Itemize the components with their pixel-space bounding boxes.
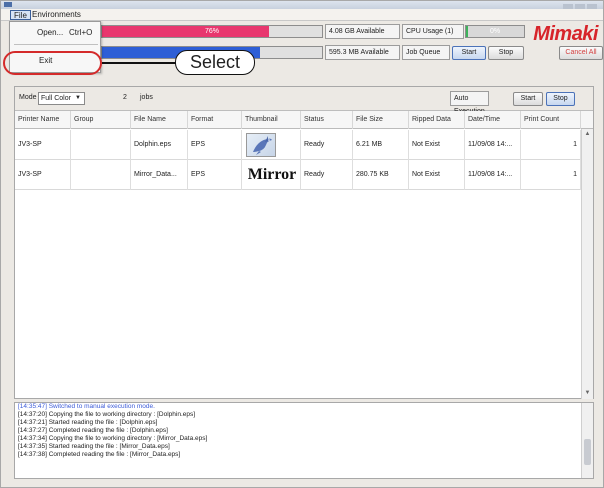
brand-logo: Mimaki — [498, 23, 598, 45]
select-callout: Select — [175, 50, 255, 75]
disk-available: 4.08 GB Available — [325, 24, 400, 39]
job-list-toolbar: Mode Full Color ▼ 2 jobs Auto Execution … — [15, 87, 593, 115]
log-area[interactable]: [14:35:47] Switched to manual execution … — [14, 402, 594, 479]
column-header-group[interactable]: Group — [71, 111, 131, 129]
table-row[interactable]: JV3-SP Dolphin.eps EPS Ready 6.21 MB Not… — [15, 130, 581, 160]
cell-group — [71, 130, 131, 160]
exit-highlight-oval — [3, 51, 102, 75]
cell-group — [71, 160, 131, 190]
cell-datetime: 11/09/08 14:... — [465, 160, 521, 190]
menu-item-open-shortcut: Ctrl+O — [69, 28, 93, 37]
cell-file-size: 280.75 KB — [353, 160, 409, 190]
log-line: [14:37:35] Started reading the file : [M… — [18, 443, 170, 450]
auto-execution-start-button[interactable]: Start — [513, 92, 543, 106]
column-header-file-name[interactable]: File Name — [131, 111, 188, 129]
app-icon — [4, 2, 12, 7]
memory-usage-bar: 76% — [101, 25, 323, 38]
cell-print-count: 1 — [521, 160, 581, 190]
log-line: [14:37:34] Copying the file to working d… — [18, 435, 208, 442]
column-header-print-count[interactable]: Print Count — [521, 111, 581, 129]
app-window: File Environments 76% 4.08 GB Available … — [0, 0, 604, 488]
cell-thumbnail: Mirror — [242, 160, 301, 190]
cell-datetime: 11/09/08 14:... — [465, 130, 521, 160]
job-table-header: Printer Name Group File Name Format Thum… — [15, 111, 593, 129]
log-scrollbar-thumb[interactable] — [584, 439, 591, 465]
brand-logo-text: Mimaki — [533, 23, 598, 45]
column-header-file-size[interactable]: File Size — [353, 111, 409, 129]
cell-printer-name: JV3-SP — [15, 130, 71, 160]
dolphin-icon — [253, 136, 272, 155]
chevron-down-icon: ▼ — [75, 95, 81, 101]
memory-available: 595.3 MB Available — [325, 45, 400, 60]
cell-status: Ready — [301, 130, 353, 160]
job-queue-label: Job Queue — [402, 45, 450, 60]
log-line: [14:37:38] Completed reading the file : … — [18, 451, 181, 458]
job-queue-stop-button[interactable]: Stop — [488, 46, 524, 60]
cell-file-name: Mirror_Data... — [131, 160, 188, 190]
cell-print-count: 1 — [521, 130, 581, 160]
cell-format: EPS — [188, 160, 242, 190]
mode-label: Mode — [19, 94, 37, 101]
column-header-thumbnail[interactable]: Thumbnail — [242, 111, 301, 129]
column-header-status[interactable]: Status — [301, 111, 353, 129]
menu-item-open-label: Open... — [37, 28, 64, 37]
log-line: [14:35:47] Switched to manual execution … — [18, 403, 155, 410]
job-table-scrollbar[interactable]: ▲ ▼ — [581, 129, 593, 399]
column-header-format[interactable]: Format — [188, 111, 242, 129]
memory-usage-text: 76% — [204, 28, 219, 35]
job-queue-start-button[interactable]: Start — [452, 46, 486, 60]
scroll-up-icon[interactable]: ▲ — [582, 129, 593, 140]
cell-file-size: 6.21 MB — [353, 130, 409, 160]
title-bar — [1, 1, 603, 9]
job-count: 2 — [123, 94, 127, 101]
menu-environments[interactable]: Environments — [29, 10, 84, 20]
auto-execution-label: Auto Execution — [450, 91, 489, 115]
menu-file[interactable]: File — [10, 10, 31, 20]
column-header-ripped-data[interactable]: Ripped Data — [409, 111, 465, 129]
auto-execution-stop-button[interactable]: Stop — [546, 92, 575, 106]
mode-select-value: Full Color — [41, 95, 71, 102]
jobs-label: jobs — [140, 94, 153, 101]
log-line: [14:37:21] Started reading the file : [D… — [18, 419, 158, 426]
cell-format: EPS — [188, 130, 242, 160]
column-header-datetime[interactable]: Date/Time — [465, 111, 521, 129]
cell-status: Ready — [301, 160, 353, 190]
cell-printer-name: JV3-SP — [15, 160, 71, 190]
callout-line — [102, 62, 176, 64]
log-line: [14:37:20] Copying the file to working d… — [18, 411, 196, 418]
menu-bar: File Environments — [1, 9, 603, 21]
cell-ripped-data: Not Exist — [409, 160, 465, 190]
log-scrollbar[interactable] — [581, 403, 593, 478]
cpu-usage-label: CPU Usage (1) — [402, 24, 464, 39]
table-row[interactable]: JV3-SP Mirror_Data... EPS Mirror Ready 2… — [15, 160, 581, 190]
mode-select[interactable]: Full Color ▼ — [38, 92, 85, 105]
dolphin-thumbnail — [246, 133, 276, 157]
cancel-all-button[interactable]: Cancel All — [559, 46, 603, 60]
cell-thumbnail — [242, 130, 301, 160]
menu-item-open[interactable]: Open... Ctrl+O — [10, 25, 102, 41]
cell-ripped-data: Not Exist — [409, 130, 465, 160]
column-header-printer-name[interactable]: Printer Name — [15, 111, 71, 129]
menu-separator — [14, 44, 98, 45]
cell-file-name: Dolphin.eps — [131, 130, 188, 160]
job-list-panel: Mode Full Color ▼ 2 jobs Auto Execution … — [14, 86, 594, 399]
window-controls — [561, 2, 601, 9]
scroll-down-icon[interactable]: ▼ — [582, 388, 593, 399]
log-line: [14:37:27] Completed reading the file : … — [18, 427, 168, 434]
mirror-thumbnail: Mirror — [247, 166, 297, 183]
